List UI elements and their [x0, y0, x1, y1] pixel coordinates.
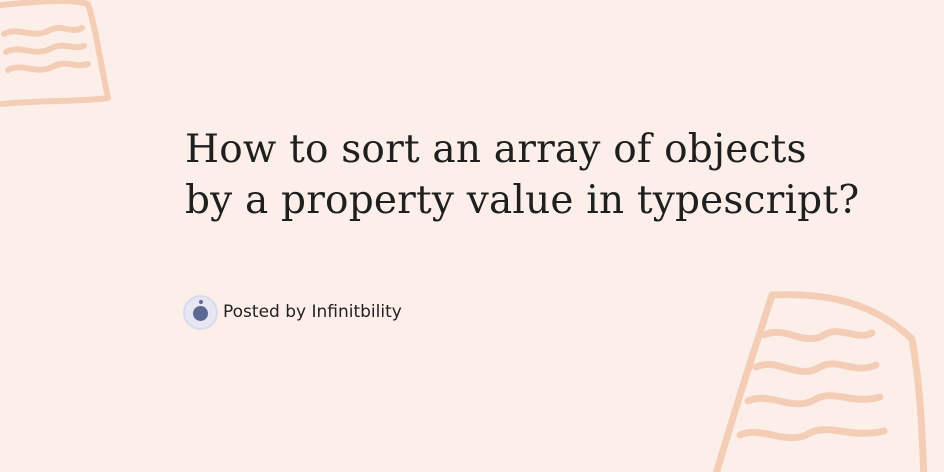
author-prefix: Posted by — [223, 302, 307, 322]
page-title: How to sort an array of objects by a pro… — [185, 124, 905, 226]
post-banner: How to sort an array of objects by a pro… — [0, 0, 944, 472]
title-line-2: by a property value in typescript? — [185, 178, 860, 223]
paper-sketch-icon — [0, 0, 111, 107]
author-name: Infinitbility — [311, 302, 402, 322]
avatar-icon — [185, 296, 216, 328]
author-text: Posted by Infinitbility — [223, 302, 402, 322]
title-line-1: How to sort an array of objects — [185, 127, 807, 172]
author-byline: Posted by Infinitbility — [185, 296, 402, 328]
paper-sketch-icon — [712, 291, 928, 472]
